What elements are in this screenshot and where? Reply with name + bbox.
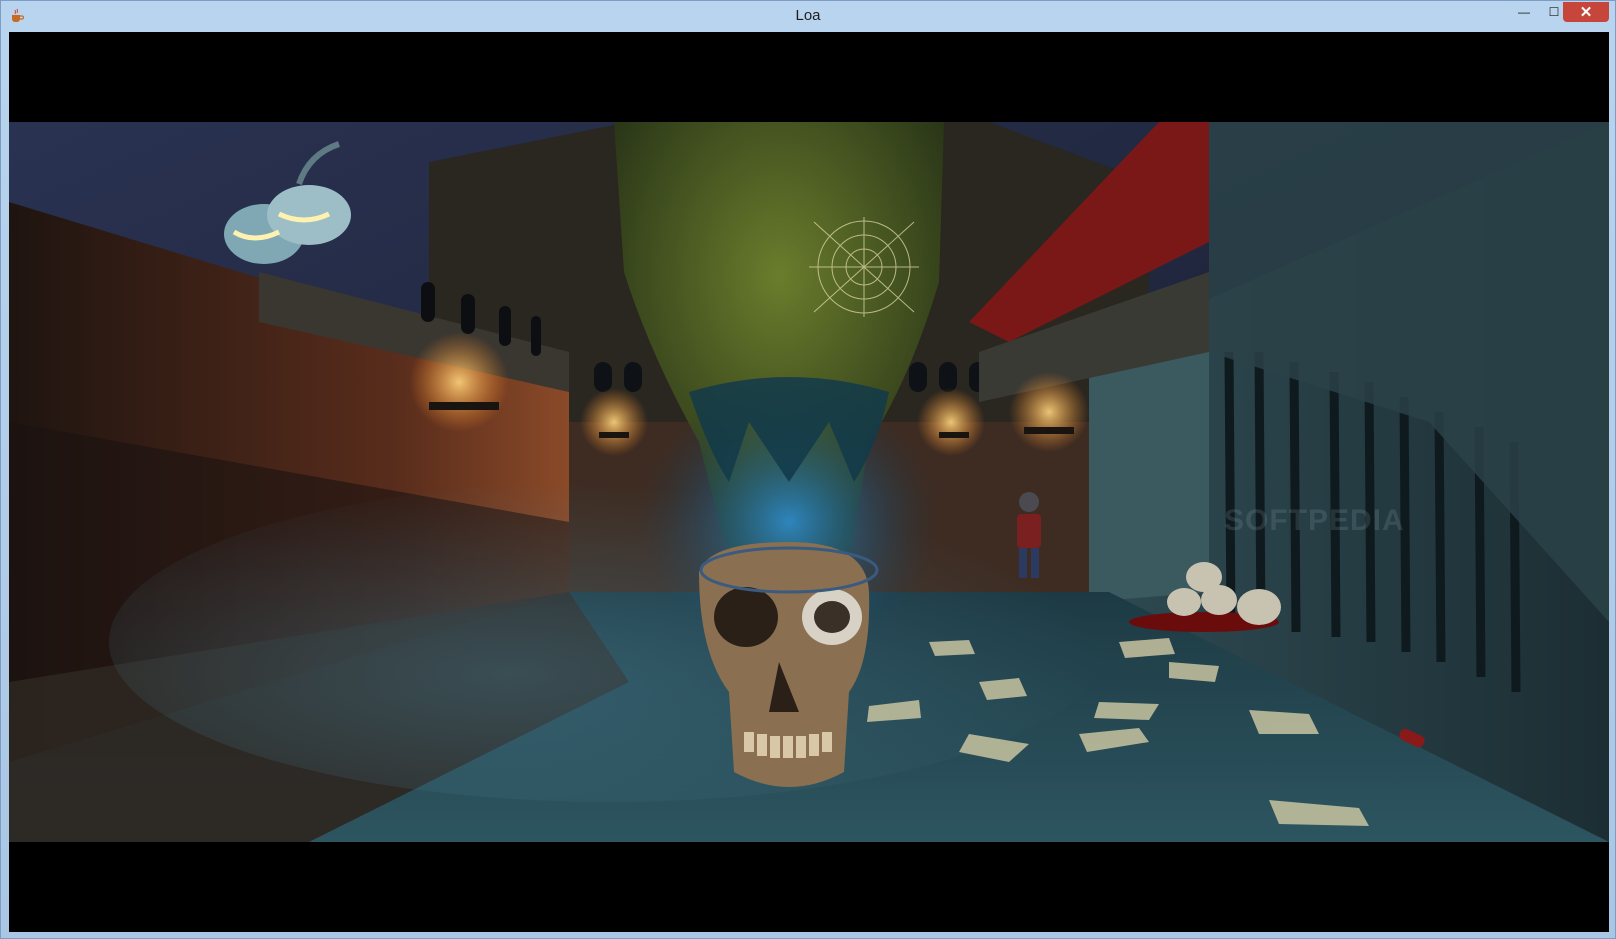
window-title: Loa xyxy=(795,7,821,24)
game-viewport[interactable]: SOFTPEDIA xyxy=(9,32,1609,932)
close-button[interactable]: ✕ xyxy=(1563,2,1609,22)
scene-render xyxy=(9,122,1609,842)
game-scene[interactable]: SOFTPEDIA xyxy=(9,122,1609,842)
game-window: Loa — ☐ ✕ SOFTPEDIA xyxy=(0,0,1616,939)
watermark: SOFTPEDIA xyxy=(1224,504,1405,537)
title-bar[interactable]: Loa — ☐ ✕ xyxy=(1,1,1615,31)
minimize-button[interactable]: — xyxy=(1509,2,1539,22)
